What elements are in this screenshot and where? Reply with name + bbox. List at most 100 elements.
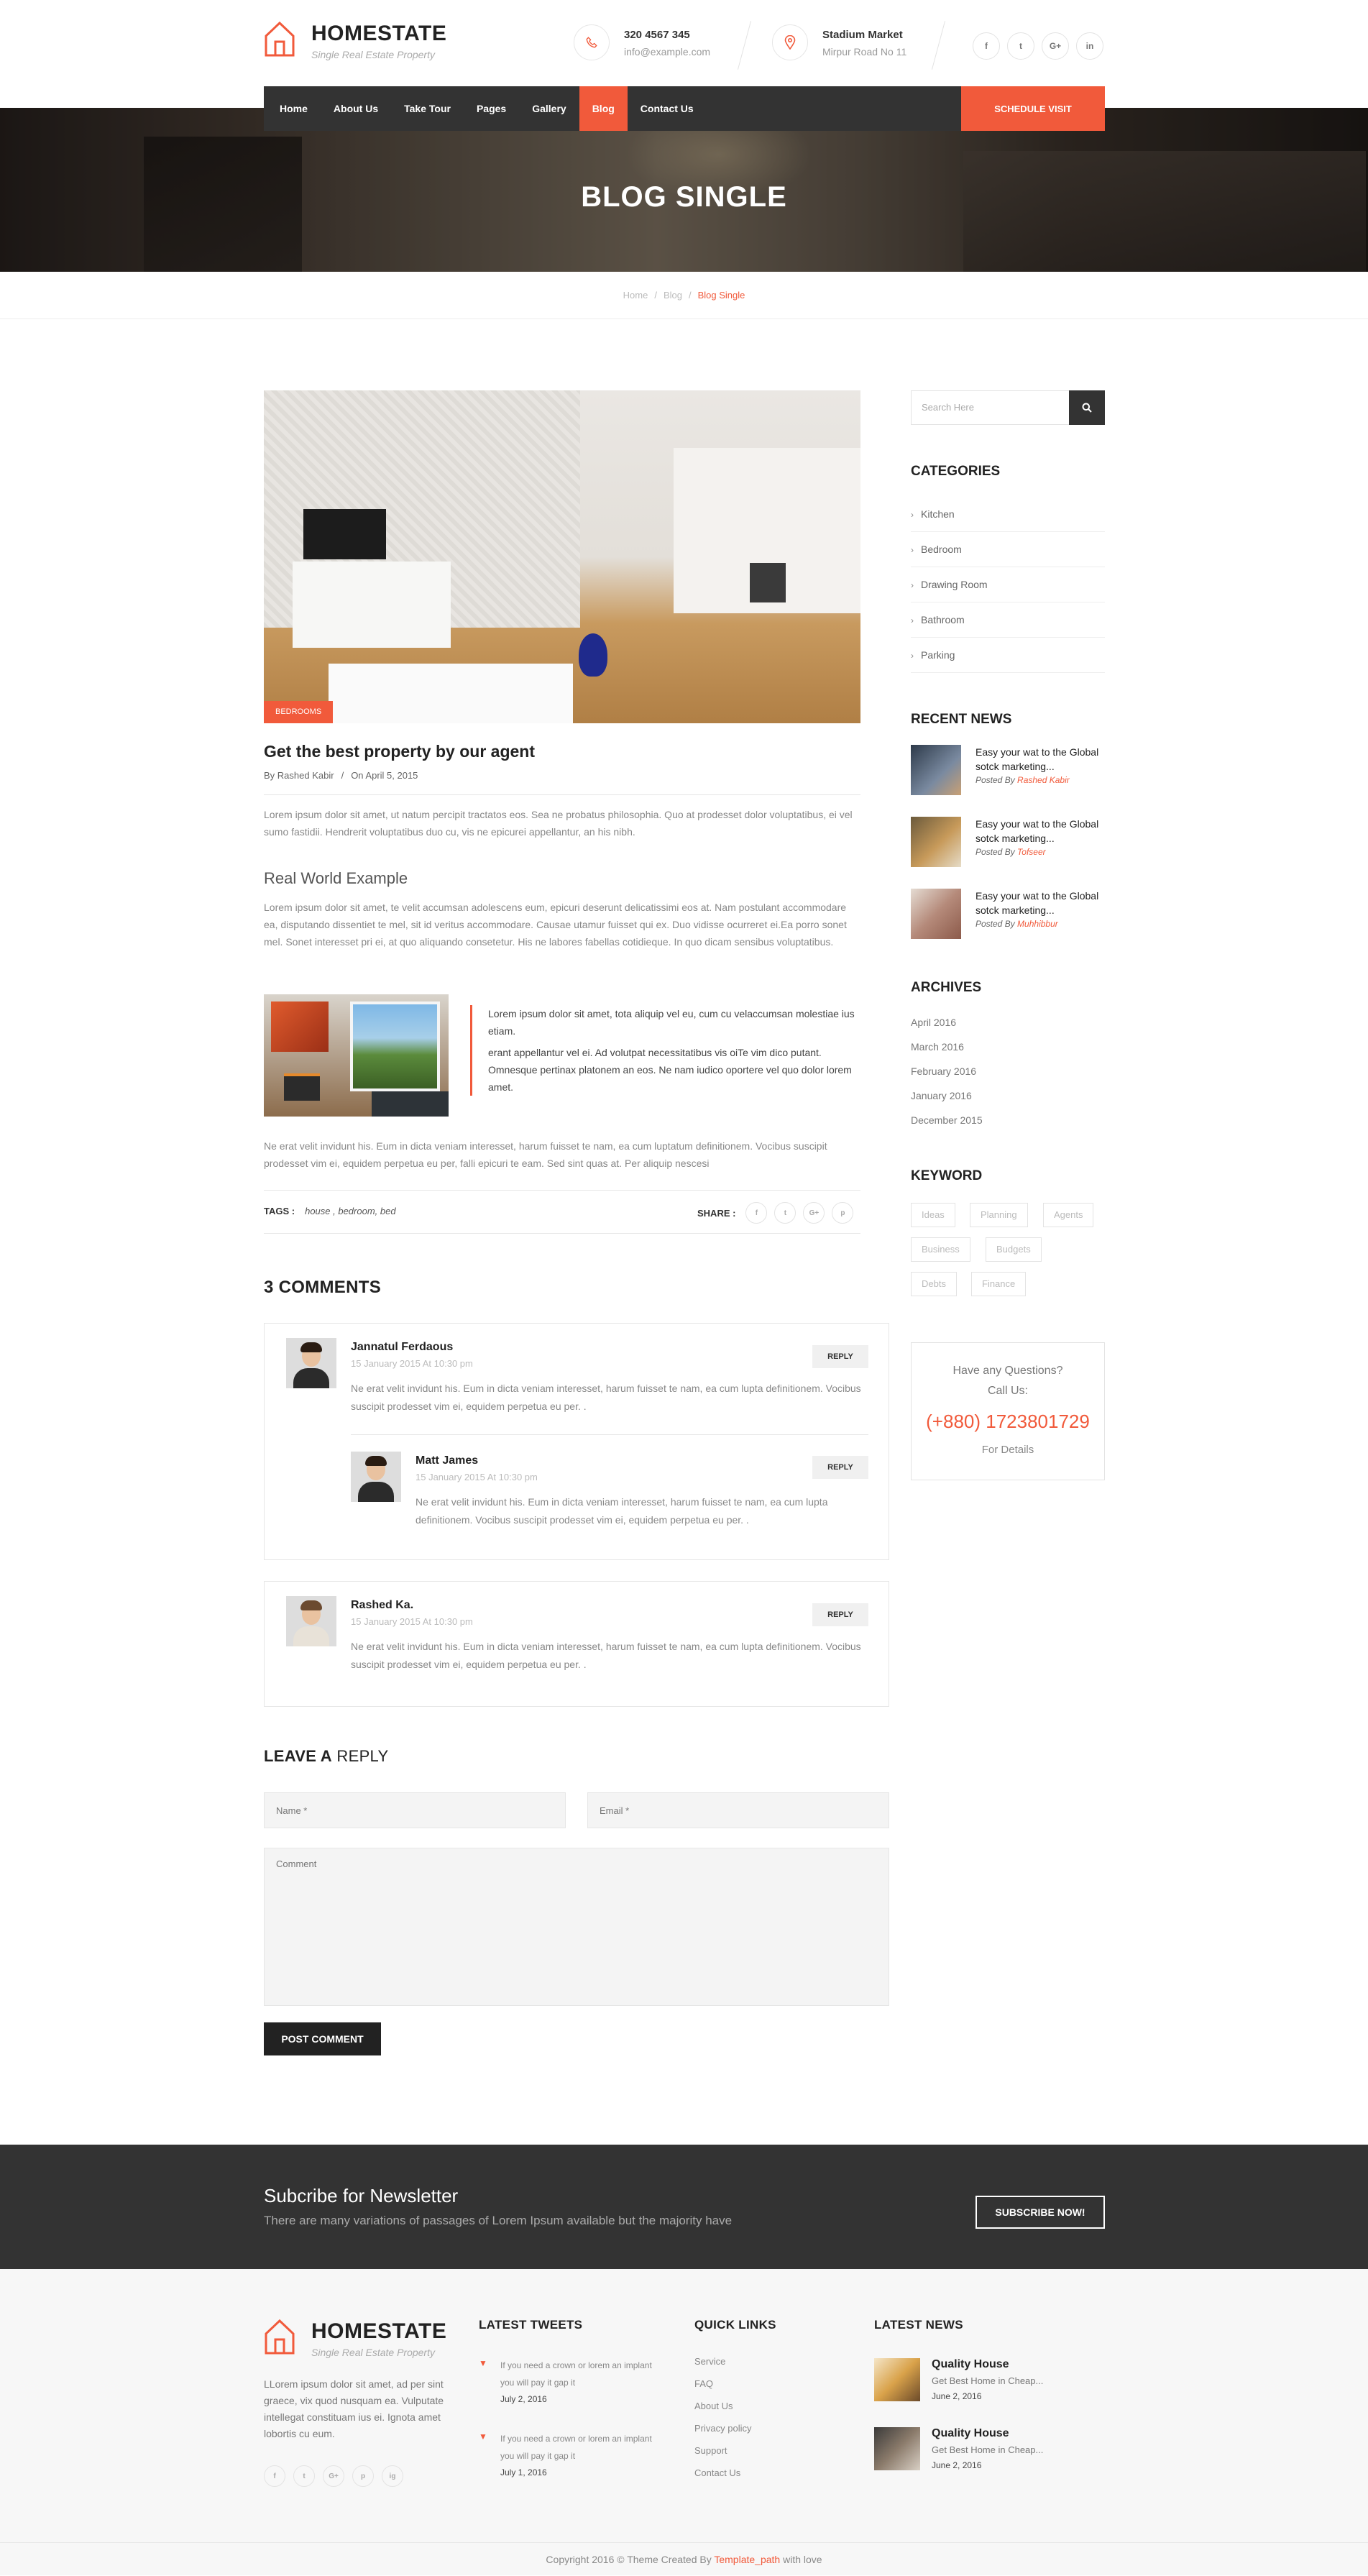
tags-list[interactable]: house , bedroom, bed	[305, 1206, 395, 1216]
recent-news-title[interactable]: Easy your wat to the Global sotck market…	[975, 889, 1105, 917]
inline-photo-window	[350, 1001, 440, 1091]
sidebar-category-kitchen[interactable]: › Kitchen	[911, 497, 1105, 532]
header-email[interactable]: info@example.com	[624, 46, 710, 58]
avatar	[351, 1452, 401, 1502]
call-phone[interactable]: (+880) 1723801729	[912, 1411, 1104, 1433]
quick-link-support[interactable]: Support	[694, 2445, 727, 2456]
sidebar-category-bathroom[interactable]: › Bathroom	[911, 602, 1105, 638]
reply-button[interactable]: REPLY	[812, 1456, 868, 1479]
copyright-link[interactable]: Template_path	[714, 2554, 780, 2565]
nav-item-take-tour[interactable]: Take Tour	[391, 86, 464, 131]
schedule-visit-button[interactable]: SCHEDULE VISIT	[961, 86, 1105, 131]
keyword-tag[interactable]: Debts	[911, 1272, 957, 1296]
post-comment-button[interactable]: POST COMMENT	[264, 2022, 381, 2055]
quick-link-contact-us[interactable]: Contact Us	[694, 2467, 740, 2478]
quick-link-faq[interactable]: FAQ	[694, 2378, 713, 2389]
keyword-tag[interactable]: Business	[911, 1237, 970, 1262]
sidebar-search[interactable]: Search Here	[911, 390, 1105, 425]
call-us-box: Have any Questions? Call Us: (+880) 1723…	[911, 1342, 1105, 1480]
house-logo-icon	[265, 21, 295, 57]
recent-news-item[interactable]: Easy your wat to the Global sotck market…	[911, 889, 1105, 940]
post-featured-image	[264, 390, 860, 723]
search-input[interactable]: Search Here	[922, 402, 974, 413]
comment-date: 15 January 2015 At 10:30 pm	[416, 1472, 538, 1482]
twitter-icon[interactable]: t	[1007, 32, 1034, 60]
brand-name: HOMESTATE	[311, 22, 447, 45]
quick-link-privacy-policy[interactable]: Privacy policy	[694, 2423, 751, 2434]
nav-item-pages[interactable]: Pages	[464, 86, 519, 131]
keyword-tag[interactable]: Planning	[970, 1203, 1028, 1227]
instagram-icon[interactable]: ig	[382, 2465, 403, 2487]
nav-item-home[interactable]: Home	[264, 86, 321, 131]
keyword-tag[interactable]: Ideas	[911, 1203, 955, 1227]
recent-news-author[interactable]: Tofseer	[1017, 847, 1046, 857]
category-label: Bathroom	[921, 614, 965, 625]
comment-reply: Matt James 15 January 2015 At 10:30 pm N…	[351, 1452, 868, 1545]
nav-item-blog[interactable]: Blog	[579, 86, 628, 131]
post-photo-tv	[303, 509, 386, 559]
recent-news-title[interactable]: Easy your wat to the Global sotck market…	[975, 817, 1105, 845]
breadcrumb-home[interactable]: Home	[623, 290, 648, 301]
nav-item-about-us[interactable]: About Us	[321, 86, 391, 131]
linkedin-icon[interactable]: in	[1076, 32, 1103, 60]
sidebar-category-bedroom[interactable]: › Bedroom	[911, 532, 1105, 567]
footer-news-title[interactable]: Quality House	[932, 2427, 1009, 2440]
comment-field[interactable]	[264, 1848, 889, 2006]
posted-by-label: Posted By	[975, 847, 1015, 857]
nav-item-gallery[interactable]: Gallery	[519, 86, 579, 131]
site-logo[interactable]: HOMESTATE Single Real Estate Property	[264, 20, 451, 60]
name-field[interactable]	[264, 1792, 566, 1828]
twitter-icon[interactable]: t	[293, 2465, 315, 2487]
archive-link[interactable]: March 2016	[911, 1041, 964, 1053]
facebook-icon[interactable]: f	[973, 32, 1000, 60]
google-plus-icon[interactable]: G+	[1042, 32, 1069, 60]
search-button[interactable]	[1069, 390, 1105, 425]
reply-button[interactable]: REPLY	[812, 1345, 868, 1368]
recent-news-item[interactable]: Easy your wat to the Global sotck market…	[911, 817, 1105, 868]
search-icon	[1082, 403, 1092, 413]
divider	[264, 794, 860, 795]
breadcrumb-blog[interactable]: Blog	[664, 290, 682, 301]
archive-link[interactable]: April 2016	[911, 1017, 956, 1028]
recent-news-item[interactable]: Easy your wat to the Global sotck market…	[911, 745, 1105, 797]
post-category-badge[interactable]: BEDROOMS	[264, 701, 334, 723]
recent-news-byline: Posted By Rashed Kabir	[975, 775, 1070, 785]
keyword-tag[interactable]: Agents	[1043, 1203, 1094, 1227]
avatar-hair	[300, 1600, 322, 1610]
quick-link-about-us[interactable]: About Us	[694, 2401, 733, 2411]
archive-link[interactable]: February 2016	[911, 1065, 976, 1077]
facebook-share-icon[interactable]: f	[745, 1202, 768, 1224]
post-author[interactable]: By Rashed Kabir	[264, 770, 334, 781]
recent-news-title[interactable]: Easy your wat to the Global sotck market…	[975, 745, 1105, 774]
sidebar-category-drawing-room[interactable]: › Drawing Room	[911, 567, 1105, 602]
quick-link-service[interactable]: Service	[694, 2356, 725, 2367]
subscribe-button[interactable]: SUBSCRIBE NOW!	[975, 2196, 1105, 2229]
archive-link[interactable]: January 2016	[911, 1090, 972, 1101]
archive-link[interactable]: December 2015	[911, 1114, 983, 1126]
pinterest-icon[interactable]: p	[352, 2465, 374, 2487]
comment-author: Matt James	[416, 1454, 479, 1467]
google-plus-icon[interactable]: G+	[323, 2465, 344, 2487]
email-field[interactable]	[587, 1792, 889, 1828]
recent-news-author[interactable]: Muhhibbur	[1017, 919, 1058, 929]
reply-button[interactable]: REPLY	[812, 1603, 868, 1626]
pinterest-share-icon[interactable]: p	[832, 1202, 854, 1224]
recent-news-author[interactable]: Rashed Kabir	[1017, 775, 1070, 785]
facebook-icon[interactable]: f	[264, 2465, 285, 2487]
footer-logo[interactable]: HOMESTATE Single Real Estate Property	[264, 2318, 451, 2358]
comment: Jannatul Ferdaous 15 January 2015 At 10:…	[286, 1338, 868, 1431]
footer-news-title[interactable]: Quality House	[932, 2358, 1009, 2371]
google-plus-share-icon[interactable]: G+	[803, 1202, 825, 1224]
footer-news-item[interactable]: Quality House Get Best Home in Cheap... …	[874, 2358, 1090, 2405]
page-banner: BLOG SINGLE	[0, 108, 1368, 272]
keyword-tag[interactable]: Finance	[971, 1272, 1027, 1296]
twitter-share-icon[interactable]: t	[774, 1202, 797, 1224]
reply-form-heading: LEAVE A REPLY	[264, 1747, 388, 1766]
nav-item-contact-us[interactable]: Contact Us	[628, 86, 707, 131]
sidebar-category-parking[interactable]: › Parking	[911, 638, 1105, 673]
avatar-hair	[365, 1456, 387, 1466]
header-phone[interactable]: 320 4567 345	[624, 29, 690, 41]
footer-news-item[interactable]: Quality House Get Best Home in Cheap... …	[874, 2427, 1090, 2474]
brand-tagline: Single Real Estate Property	[311, 2347, 435, 2358]
keyword-tag[interactable]: Budgets	[986, 1237, 1042, 1262]
